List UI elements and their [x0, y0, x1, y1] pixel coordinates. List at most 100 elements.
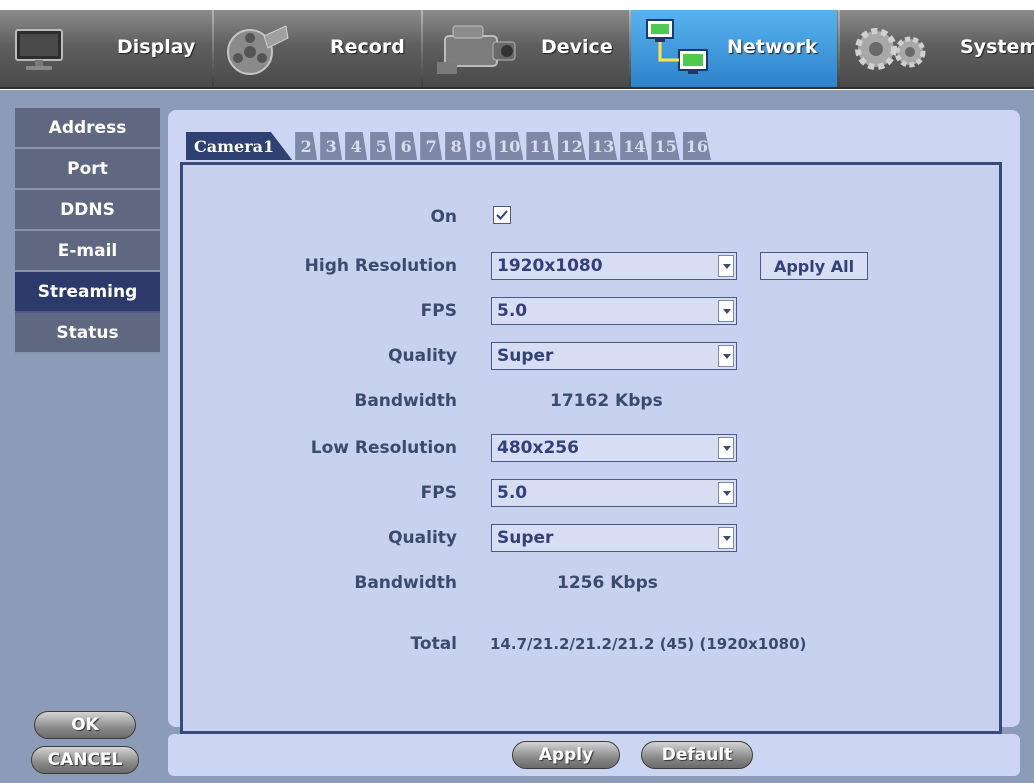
chevron-down-icon [718, 300, 734, 322]
high-resolution-row: High Resolution 1920x1080 Apply All [183, 252, 999, 282]
low-quality-label: Quality [388, 528, 457, 548]
film-reel-icon [224, 18, 290, 82]
default-label: Default [661, 745, 733, 765]
menu-display[interactable]: Display [0, 10, 210, 87]
tab-camera-11[interactable]: 11 [526, 132, 555, 160]
tab-camera-9[interactable]: 9 [470, 132, 493, 160]
camcorder-icon [435, 18, 519, 84]
low-resolution-row: Low Resolution 480x256 [183, 434, 999, 464]
low-fps-row: FPS 5.0 [183, 479, 999, 509]
tab-camera-13[interactable]: 13 [588, 132, 618, 160]
apply-button[interactable]: Apply [512, 741, 620, 769]
high-quality-row: Quality Super [183, 342, 999, 372]
top-menu-bar: Display Record Device Network System [0, 10, 1034, 89]
default-button[interactable]: Default [641, 741, 753, 769]
action-bar: Apply Default [168, 734, 1020, 776]
tab-camera-2[interactable]: 2 [295, 132, 318, 160]
tab-camera-7[interactable]: 7 [420, 132, 443, 160]
total-value: 14.7/21.2/21.2/21.2 (45) (1920x1080) [490, 635, 807, 653]
main-area: Address Port DDNS E-mail Streaming Statu… [0, 90, 1034, 783]
low-fps-select[interactable]: 5.0 [491, 479, 737, 507]
cancel-button[interactable]: CANCEL [31, 746, 139, 774]
high-fps-select[interactable]: 5.0 [491, 297, 737, 325]
high-quality-value: Super [497, 346, 554, 366]
chevron-down-icon [718, 345, 734, 367]
tab-camera-10[interactable]: 10 [495, 132, 524, 160]
network-icon [643, 16, 713, 84]
chevron-down-icon [718, 437, 734, 459]
high-bandwidth-label: Bandwidth [354, 391, 457, 411]
high-quality-select[interactable]: Super [491, 342, 737, 370]
low-resolution-select[interactable]: 480x256 [491, 434, 737, 462]
high-bandwidth-value: 17162 Kbps [550, 391, 663, 411]
tab-camera-5[interactable]: 5 [370, 132, 393, 160]
sidebar-item-port[interactable]: Port [15, 149, 160, 190]
monitor-icon [14, 28, 64, 76]
low-fps-label: FPS [420, 483, 457, 503]
high-resolution-select[interactable]: 1920x1080 [491, 252, 737, 280]
low-resolution-label: Low Resolution [310, 438, 457, 458]
tab-camera-4[interactable]: 4 [345, 132, 368, 160]
low-bandwidth-row: Bandwidth 1256 Kbps [183, 569, 999, 599]
chevron-down-icon [718, 482, 734, 504]
tab-camera-14[interactable]: 14 [620, 132, 649, 160]
menu-network-label: Network [727, 36, 818, 58]
on-row: On [183, 203, 999, 233]
low-fps-value: 5.0 [497, 483, 528, 503]
low-quality-row: Quality Super [183, 524, 999, 554]
menu-system-label: System [960, 36, 1034, 58]
high-resolution-value: 1920x1080 [497, 256, 603, 276]
sidebar-item-label: Status [56, 322, 119, 343]
apply-all-button[interactable]: Apply All [760, 252, 868, 280]
high-resolution-label: High Resolution [304, 256, 457, 276]
tab-camera-3[interactable]: 3 [320, 132, 343, 160]
high-fps-value: 5.0 [497, 301, 528, 321]
sidebar-item-email[interactable]: E-mail [15, 231, 160, 272]
menu-display-label: Display [117, 36, 196, 58]
low-bandwidth-value: 1256 Kbps [557, 573, 658, 593]
menu-device-label: Device [541, 36, 613, 58]
streaming-panel: Camera1 2 3 4 5 6 7 8 9 10 11 12 13 14 1… [168, 110, 1020, 734]
tab-camera-12[interactable]: 12 [557, 132, 586, 160]
tab-camera-1[interactable]: Camera1 [186, 132, 293, 160]
settings-form: On High Resolution 1920x1080 Apply All F… [180, 162, 1002, 734]
low-bandwidth-label: Bandwidth [354, 573, 457, 593]
menu-device[interactable]: Device [423, 10, 628, 87]
tab-camera-15[interactable]: 15 [651, 132, 680, 160]
ok-label: OK [71, 715, 99, 735]
menu-network[interactable]: Network [631, 10, 837, 87]
ok-button[interactable]: OK [34, 711, 136, 739]
menu-system[interactable]: System [840, 10, 1034, 87]
high-quality-label: Quality [388, 346, 457, 366]
cancel-label: CANCEL [47, 750, 123, 770]
high-fps-row: FPS 5.0 [183, 297, 999, 327]
sidebar-item-label: DDNS [60, 199, 115, 220]
sidebar: Address Port DDNS E-mail Streaming Statu… [15, 108, 160, 354]
tab-camera-16[interactable]: 16 [682, 132, 711, 160]
sidebar-item-label: Address [48, 117, 127, 138]
sidebar-item-label: E-mail [57, 240, 118, 261]
sidebar-item-streaming[interactable]: Streaming [15, 272, 160, 313]
high-bandwidth-row: Bandwidth 17162 Kbps [183, 387, 999, 417]
low-quality-value: Super [497, 528, 554, 548]
tab-camera-6[interactable]: 6 [395, 132, 418, 160]
sidebar-item-label: Port [67, 158, 108, 179]
chevron-down-icon [718, 527, 734, 549]
checkmark-icon [496, 210, 508, 220]
on-label: On [430, 207, 457, 227]
chevron-down-icon [718, 255, 734, 277]
low-resolution-value: 480x256 [497, 438, 579, 458]
sidebar-item-status[interactable]: Status [15, 313, 160, 354]
sidebar-item-address[interactable]: Address [15, 108, 160, 149]
camera-tabs: Camera1 2 3 4 5 6 7 8 9 10 11 12 13 14 1… [186, 132, 714, 162]
gears-icon [852, 24, 932, 78]
total-label: Total [410, 634, 457, 654]
apply-label: Apply [538, 745, 594, 765]
low-quality-select[interactable]: Super [491, 524, 737, 552]
tab-camera-8[interactable]: 8 [445, 132, 468, 160]
menu-record[interactable]: Record [214, 10, 420, 87]
high-fps-label: FPS [420, 301, 457, 321]
on-checkbox[interactable] [493, 206, 511, 224]
sidebar-item-ddns[interactable]: DDNS [15, 190, 160, 231]
total-row: Total 14.7/21.2/21.2/21.2 (45) (1920x108… [183, 630, 999, 660]
